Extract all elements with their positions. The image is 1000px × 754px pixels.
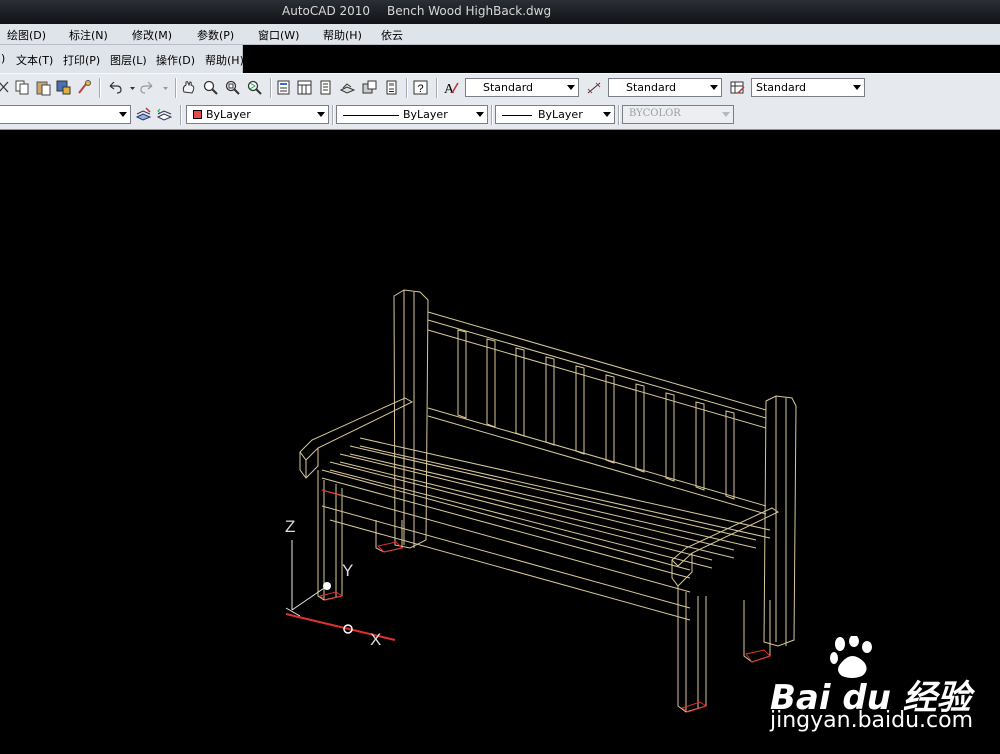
layer-select[interactable] bbox=[0, 105, 131, 124]
menu-window[interactable]: 窗口(W) bbox=[258, 27, 299, 43]
plot-style-select: BYCOLOR bbox=[622, 105, 734, 124]
undo-icon[interactable] bbox=[106, 79, 123, 96]
toolbar-separator bbox=[180, 105, 182, 125]
toolbar-separator bbox=[436, 78, 438, 98]
chevron-down-icon bbox=[722, 112, 730, 117]
ucs-z-label: Z bbox=[285, 517, 295, 536]
menu-bar: 绘图(D) 标注(N) 修改(M) 参数(P) 窗口(W) 帮助(H) 依云 bbox=[0, 24, 1000, 45]
ucs-icon bbox=[285, 540, 396, 641]
help-icon[interactable]: ? bbox=[412, 79, 429, 96]
linetype-sample bbox=[343, 115, 399, 116]
zoom-previous-icon[interactable] bbox=[246, 79, 263, 96]
tool-palettes-icon[interactable] bbox=[317, 79, 334, 96]
lineweight-sample bbox=[502, 115, 532, 116]
menu-plot[interactable]: 打印(P) bbox=[63, 52, 100, 68]
menu-dimension[interactable]: 标注(N) bbox=[69, 27, 108, 43]
zoom-window-icon[interactable] bbox=[224, 79, 241, 96]
linetype-select[interactable]: ByLayer bbox=[336, 105, 488, 124]
toolbar-separator bbox=[618, 105, 620, 125]
baidu-url: jingyan.baidu.com bbox=[770, 708, 974, 733]
svg-text:A: A bbox=[444, 82, 455, 96]
toolbar-separator bbox=[175, 78, 177, 98]
menu-fragment[interactable]: ) bbox=[1, 52, 5, 65]
make-object-layer-current-icon[interactable] bbox=[135, 106, 152, 123]
model-space-canvas[interactable]: Z Y X Bai du 经验 jingyan.baidu.com bbox=[0, 130, 1000, 754]
toolbar-separator bbox=[491, 105, 493, 125]
text-style-icon[interactable]: A bbox=[443, 79, 460, 96]
svg-text:?: ? bbox=[417, 83, 423, 95]
file-name: Bench Wood HighBack.dwg bbox=[387, 4, 552, 18]
dimension-style-icon[interactable] bbox=[586, 79, 603, 96]
menu-layer[interactable]: 图层(L) bbox=[110, 52, 147, 68]
menu-parametric[interactable]: 参数(P) bbox=[197, 27, 234, 43]
properties-toolbar: ByLayer ByLayer ByLayer BYCOLOR bbox=[0, 101, 1000, 130]
properties-icon[interactable] bbox=[275, 79, 292, 96]
dimension-style-select[interactable]: Standard bbox=[608, 78, 722, 97]
menu-modify[interactable]: 修改(M) bbox=[132, 27, 172, 43]
design-center-icon[interactable] bbox=[296, 79, 313, 96]
cut-icon[interactable] bbox=[0, 79, 13, 96]
copy-icon[interactable] bbox=[14, 79, 31, 96]
text-style-select[interactable]: Standard bbox=[465, 78, 579, 97]
toolbar-separator bbox=[99, 78, 101, 98]
pan-icon[interactable] bbox=[180, 79, 197, 96]
brush-icon[interactable] bbox=[76, 79, 93, 96]
chevron-down-icon bbox=[317, 112, 325, 117]
toolbar-separator bbox=[406, 78, 408, 98]
menu-help-2[interactable]: 帮助(H) bbox=[205, 52, 244, 68]
calculator-icon[interactable] bbox=[383, 79, 400, 96]
markup-set-icon[interactable] bbox=[361, 79, 378, 96]
chevron-down-icon bbox=[567, 85, 575, 90]
paste-icon[interactable] bbox=[35, 79, 52, 96]
menu-draw[interactable]: 绘图(D) bbox=[7, 27, 46, 43]
menu-bar-secondary: ) 文本(T) 打印(P) 图层(L) 操作(D) 帮助(H) bbox=[0, 45, 244, 73]
chevron-down-icon bbox=[710, 85, 718, 90]
chevron-down-icon bbox=[119, 112, 127, 117]
ucs-y-label: Y bbox=[342, 561, 353, 580]
toolbar-separator bbox=[332, 105, 334, 125]
menu-text[interactable]: 文本(T) bbox=[16, 52, 53, 68]
app-title: AutoCAD 2010 bbox=[282, 4, 371, 18]
redo-icon[interactable] bbox=[139, 79, 156, 96]
color-swatch bbox=[193, 110, 202, 119]
chevron-down-icon bbox=[476, 112, 484, 117]
title-bar: AutoCAD 2010 Bench Wood HighBack.dwg bbox=[0, 0, 1000, 24]
menu-help[interactable]: 帮助(H) bbox=[323, 27, 362, 43]
lineweight-select[interactable]: ByLayer bbox=[495, 105, 615, 124]
sheet-set-icon[interactable] bbox=[339, 79, 356, 96]
chevron-down-icon bbox=[853, 85, 861, 90]
color-select[interactable]: ByLayer bbox=[186, 105, 329, 124]
layer-previous-icon[interactable] bbox=[156, 106, 173, 123]
match-properties-icon[interactable] bbox=[55, 79, 72, 96]
standard-toolbar: ? A Standard Standard Standard bbox=[0, 73, 1000, 103]
menu-operation[interactable]: 操作(D) bbox=[156, 52, 195, 68]
toolbar-separator bbox=[270, 78, 272, 98]
menu-yiyun[interactable]: 依云 bbox=[381, 27, 403, 43]
ucs-x-label: X bbox=[370, 630, 381, 649]
zoom-realtime-icon[interactable] bbox=[202, 79, 219, 96]
chevron-down-icon bbox=[603, 112, 611, 117]
table-style-select[interactable]: Standard bbox=[751, 78, 865, 97]
redo-dropdown-icon[interactable] bbox=[157, 79, 174, 96]
table-style-icon[interactable] bbox=[729, 79, 746, 96]
